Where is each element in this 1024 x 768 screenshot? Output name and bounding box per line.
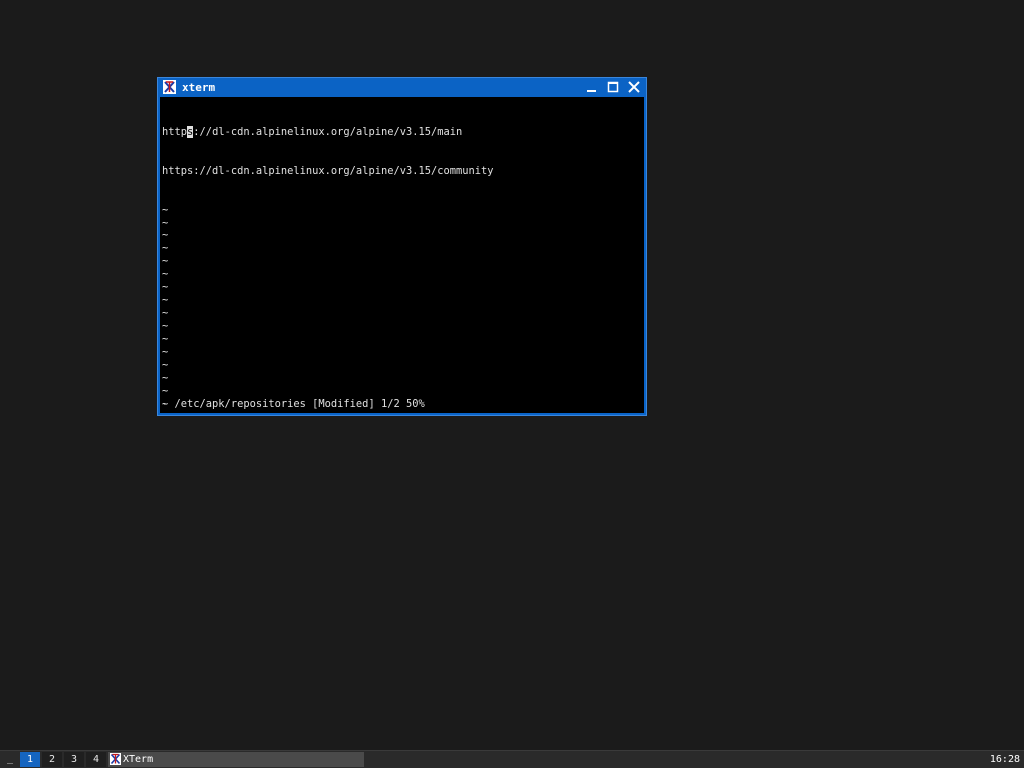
maximize-button[interactable] — [604, 79, 622, 96]
workspace-4-button[interactable]: 4 — [86, 752, 106, 767]
empty-line-marker: ~ — [162, 255, 169, 268]
empty-line-marker: ~ — [162, 320, 169, 333]
xterm-icon[interactable] — [163, 80, 176, 94]
editor-status-line: - /etc/apk/repositories [Modified] 1/2 5… — [162, 398, 425, 411]
menu-button[interactable]: _ — [2, 752, 18, 768]
close-icon — [628, 81, 640, 93]
maximize-icon — [607, 81, 619, 93]
terminal-area[interactable]: https://dl-cdn.alpinelinux.org/alpine/v3… — [160, 97, 644, 413]
taskbar-item-xterm[interactable]: XTerm — [108, 752, 364, 767]
empty-line-marker: ~ — [162, 371, 169, 384]
taskbar-item-label: XTerm — [123, 754, 154, 765]
terminal-text: ://dl-cdn.alpinelinux.org/alpine/v3.15/m… — [193, 125, 463, 138]
terminal-line-1: https://dl-cdn.alpinelinux.org/alpine/v3… — [162, 125, 644, 139]
minimize-icon — [587, 90, 596, 92]
empty-line-marker: ~ — [162, 242, 169, 255]
empty-line-marker: ~ — [162, 281, 169, 294]
empty-line-marker: ~ — [162, 294, 169, 307]
minimize-button[interactable] — [583, 79, 601, 96]
workspace-2-button[interactable]: 2 — [42, 752, 62, 767]
xterm-window[interactable]: xterm https://dl-cdn.alpinelinux.org/alp… — [157, 77, 647, 416]
window-title: xterm — [182, 81, 216, 94]
taskbar: _ 1 2 3 4 XTerm 16:28 — [0, 750, 1024, 768]
empty-line-marker: ~ — [162, 345, 169, 358]
terminal-text: http — [162, 125, 188, 138]
empty-line-marker: ~ — [162, 332, 169, 345]
empty-lines: ~~~~~~~~~~~~~~~~~~~~~ — [162, 204, 644, 413]
window-titlebar[interactable]: xterm — [158, 78, 646, 97]
empty-line-marker: ~ — [162, 268, 169, 281]
empty-line-marker: ~ — [162, 216, 169, 229]
clock: 16:28 — [989, 754, 1020, 765]
empty-line-marker: ~ — [162, 229, 169, 242]
workspace-1-button[interactable]: 1 — [20, 752, 40, 767]
workspace-3-button[interactable]: 3 — [64, 752, 84, 767]
xterm-icon — [110, 753, 121, 765]
empty-line-marker: ~ — [162, 358, 169, 371]
empty-line-marker: ~ — [162, 203, 169, 216]
terminal-line-2: https://dl-cdn.alpinelinux.org/alpine/v3… — [162, 164, 494, 177]
empty-line-marker: ~ — [162, 384, 169, 397]
close-button[interactable] — [625, 79, 643, 96]
empty-line-marker: ~ — [162, 307, 169, 320]
